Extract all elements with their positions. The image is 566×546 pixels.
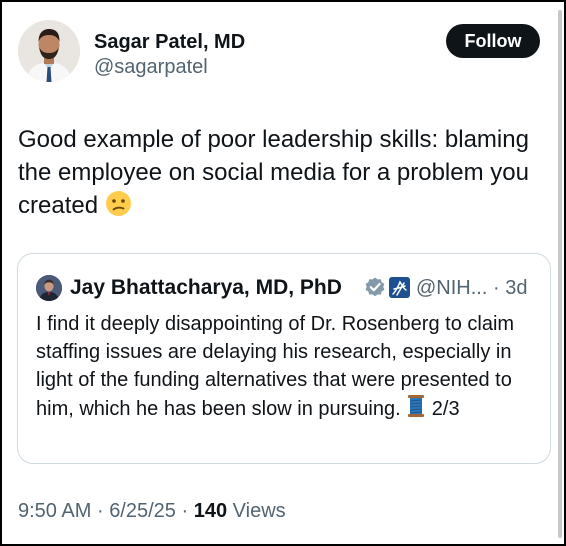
tweet-card: Sagar Patel, MD @sagarpatel Follow Good … — [0, 0, 566, 546]
verified-badge-icon — [365, 277, 410, 298]
quoted-author-avatar-image — [36, 275, 62, 301]
author-handle[interactable]: @sagarpatel — [94, 54, 245, 80]
confused-face-icon — [105, 190, 132, 226]
tweet-header: Sagar Patel, MD @sagarpatel Follow — [18, 20, 540, 84]
separator-dot: · — [181, 500, 189, 522]
tweet-text-content: Good example of poor leadership skills: … — [18, 126, 529, 219]
quoted-author-avatar[interactable] — [36, 275, 62, 301]
quoted-tweet[interactable]: Jay Bhattacharya, MD, PhD @NIH... · 3d I… — [17, 253, 551, 464]
quoted-author-handle-and-time: @NIH... · 3d — [416, 274, 527, 302]
scrollbar-thumb[interactable] — [558, 10, 562, 538]
tweet-date[interactable]: 6/25/25 — [109, 500, 176, 522]
tweet-time[interactable]: 9:50 AM — [18, 500, 91, 522]
quoted-author-handle[interactable]: @NIH... — [416, 277, 487, 299]
follow-button[interactable]: Follow — [446, 24, 540, 58]
author-avatar[interactable] — [18, 20, 80, 82]
author-avatar-image — [18, 20, 80, 82]
thread-position: 2/3 — [431, 398, 460, 420]
view-count: 140 — [193, 500, 228, 522]
author-name[interactable]: Sagar Patel, MD — [94, 30, 245, 54]
quoted-tweet-text: I find it deeply disappointing of Dr. Ro… — [36, 310, 536, 426]
thread-spool-icon — [406, 394, 426, 426]
tweet-text: Good example of poor leadership skills: … — [18, 123, 548, 226]
quoted-author-badges — [364, 276, 412, 300]
quoted-tweet-age[interactable]: 3d — [505, 277, 527, 299]
views-label: Views — [232, 500, 286, 522]
separator-dot: · — [96, 500, 104, 522]
scrollbar[interactable] — [554, 2, 564, 544]
separator-dot: · — [492, 277, 500, 299]
quoted-author-name[interactable]: Jay Bhattacharya, MD, PhD — [70, 274, 342, 302]
author-info: Sagar Patel, MD @sagarpatel — [94, 30, 245, 80]
tweet-meta: 9:50 AM · 6/25/25 · 140 Views — [18, 497, 286, 525]
